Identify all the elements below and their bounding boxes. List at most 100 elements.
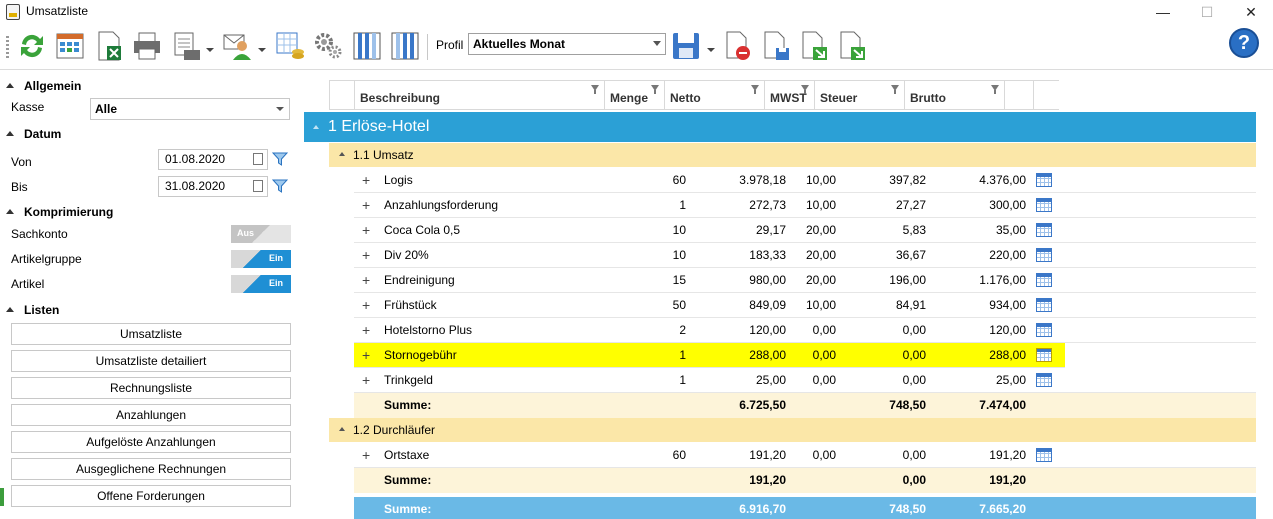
save-dropdown-icon[interactable]: [707, 43, 715, 52]
column-header-beschreibung[interactable]: Beschreibung: [354, 81, 604, 110]
detail-table-icon[interactable]: [1036, 223, 1052, 237]
column-header-steuer[interactable]: Steuer: [814, 81, 904, 110]
table-row[interactable]: + Div 20% 10 183,33 20,00 36,67 220,00: [354, 243, 1256, 268]
detail-table-icon[interactable]: [1036, 198, 1052, 212]
calendar-grid-icon[interactable]: [54, 30, 86, 62]
calendar-icon[interactable]: [253, 153, 263, 165]
detail-table-icon[interactable]: [1036, 298, 1052, 312]
filter-icon[interactable]: [891, 85, 899, 94]
refresh-icon[interactable]: [16, 30, 48, 62]
kasse-select[interactable]: Alle: [90, 98, 290, 120]
total-brutto: 7.665,20: [979, 502, 1026, 516]
user-mail-icon[interactable]: [221, 30, 253, 62]
subgroup-row[interactable]: 1.1 Umsatz: [329, 143, 1256, 167]
column-header-brutto[interactable]: Brutto: [904, 81, 1004, 110]
section-allgemein[interactable]: Allgemein: [6, 77, 81, 95]
expand-icon[interactable]: +: [362, 218, 374, 242]
list-button-offene-forderungen[interactable]: Offene Forderungen: [11, 485, 291, 507]
user-mail-dropdown-icon[interactable]: [258, 43, 266, 52]
expand-icon[interactable]: +: [362, 343, 374, 367]
bis-date-field[interactable]: 31.08.2020: [158, 176, 268, 197]
excel-export-icon[interactable]: [93, 30, 125, 62]
section-komprimierung[interactable]: Komprimierung: [6, 203, 113, 221]
print-preview-icon[interactable]: [170, 30, 202, 62]
column-title: Brutto: [910, 91, 946, 105]
detail-table-icon[interactable]: [1036, 448, 1052, 462]
detail-table-icon[interactable]: [1036, 373, 1052, 387]
table-row[interactable]: + Endreinigung 15 980,00 20,00 196,00 1.176,00: [354, 268, 1256, 293]
cell-brutto: 4.376,00: [979, 173, 1026, 187]
toolbar-grip[interactable]: [6, 36, 9, 58]
profil-select[interactable]: Aktuelles Monat: [468, 33, 666, 55]
list-button-umsatzliste[interactable]: Umsatzliste: [11, 323, 291, 345]
print-preview-dropdown-icon[interactable]: [206, 43, 214, 52]
filter-icon[interactable]: [991, 85, 999, 94]
detail-table-icon[interactable]: [1036, 273, 1052, 287]
table-row[interactable]: + Frühstück 50 849,09 10,00 84,91 934,00: [354, 293, 1256, 318]
artikelgruppe-toggle[interactable]: Ein: [231, 250, 291, 268]
expand-icon[interactable]: +: [362, 268, 374, 292]
sachkonto-toggle[interactable]: Aus: [231, 225, 291, 243]
list-button-anzahlungen[interactable]: Anzahlungen: [11, 404, 291, 426]
help-icon[interactable]: ?: [1229, 28, 1259, 58]
section-listen[interactable]: Listen: [6, 301, 59, 319]
export-green-icon[interactable]: [798, 30, 830, 62]
list-button-ausgeglichene-rechnungen[interactable]: Ausgeglichene Rechnungen: [11, 458, 291, 480]
collapse-icon[interactable]: [313, 125, 319, 129]
expand-icon[interactable]: +: [362, 243, 374, 267]
list-button-rechnungsliste[interactable]: Rechnungsliste: [11, 377, 291, 399]
delete-doc-icon[interactable]: [722, 30, 754, 62]
detail-table-icon[interactable]: [1036, 323, 1052, 337]
expand-icon[interactable]: +: [362, 443, 374, 467]
table-row[interactable]: + Anzahlungsforderung 1 272,73 10,00 27,27 300…: [354, 193, 1256, 218]
group-title: 1 Erlöse-Hotel: [328, 118, 430, 135]
expand-icon[interactable]: +: [362, 168, 374, 192]
minimize-button[interactable]: —: [1141, 0, 1185, 24]
list-button-umsatzliste-detailiert[interactable]: Umsatzliste detailiert: [11, 350, 291, 372]
collapse-icon[interactable]: [339, 427, 345, 431]
artikel-toggle[interactable]: Ein: [231, 275, 291, 293]
detail-table-icon[interactable]: [1036, 348, 1052, 362]
filter-icon[interactable]: [751, 85, 759, 94]
filter-icon[interactable]: [801, 85, 809, 94]
columns-icon[interactable]: [351, 30, 383, 62]
close-button[interactable]: ✕: [1229, 0, 1273, 24]
table-row[interactable]: + Coca Cola 0,5 10 29,17 20,00 5,83 35,00: [354, 218, 1256, 243]
print-icon[interactable]: [131, 30, 163, 62]
list-button-aufgeloeste-anzahlungen[interactable]: Aufgelöste Anzahlungen: [11, 431, 291, 453]
expand-icon[interactable]: +: [362, 293, 374, 317]
column-header-menge[interactable]: Menge: [604, 81, 664, 110]
section-datum[interactable]: Datum: [6, 125, 61, 143]
kasse-label: Kasse: [11, 100, 45, 114]
table-row[interactable]: + Ortstaxe 60 191,20 0,00 0,00 191,20: [354, 443, 1256, 468]
expand-icon[interactable]: +: [362, 193, 374, 217]
maximize-button[interactable]: ☐: [1185, 0, 1229, 24]
cell-netto: 25,00: [755, 373, 786, 387]
expand-icon[interactable]: +: [362, 368, 374, 392]
von-date-field[interactable]: 01.08.2020: [158, 149, 268, 170]
settings-gears-icon[interactable]: [312, 30, 344, 62]
table-row[interactable]: + Trinkgeld 1 25,00 0,00 0,00 25,00: [354, 368, 1256, 393]
column-header-netto[interactable]: Netto: [664, 81, 764, 110]
table-row[interactable]: + Hotelstorno Plus 2 120,00 0,00 0,00 120,00: [354, 318, 1256, 343]
filter-icon[interactable]: [271, 151, 289, 167]
filter-icon[interactable]: [271, 178, 289, 194]
collapse-icon[interactable]: [339, 152, 345, 156]
group-row[interactable]: 1 Erlöse-Hotel: [304, 112, 1256, 142]
subgroup-row[interactable]: 1.2 Durchläufer: [329, 418, 1256, 442]
filter-icon[interactable]: [651, 85, 659, 94]
save-doc-icon[interactable]: [760, 30, 792, 62]
detail-table-icon[interactable]: [1036, 248, 1052, 262]
save-icon[interactable]: [670, 30, 702, 62]
column-header-mwst[interactable]: MWST: [764, 81, 814, 110]
columns-alt-icon[interactable]: [389, 30, 421, 62]
table-coins-icon[interactable]: [274, 30, 306, 62]
table-row[interactable]: + Stornogebühr 1 288,00 0,00 0,00 288,00: [354, 343, 1065, 368]
cell-beschreibung: Div 20%: [384, 248, 429, 262]
expand-icon[interactable]: +: [362, 318, 374, 342]
table-row[interactable]: + Logis 60 3.978,18 10,00 397,82 4.376,00: [354, 168, 1256, 193]
export-green-alt-icon[interactable]: [836, 30, 868, 62]
calendar-icon[interactable]: [253, 180, 263, 192]
filter-icon[interactable]: [591, 85, 599, 94]
detail-table-icon[interactable]: [1036, 173, 1052, 187]
